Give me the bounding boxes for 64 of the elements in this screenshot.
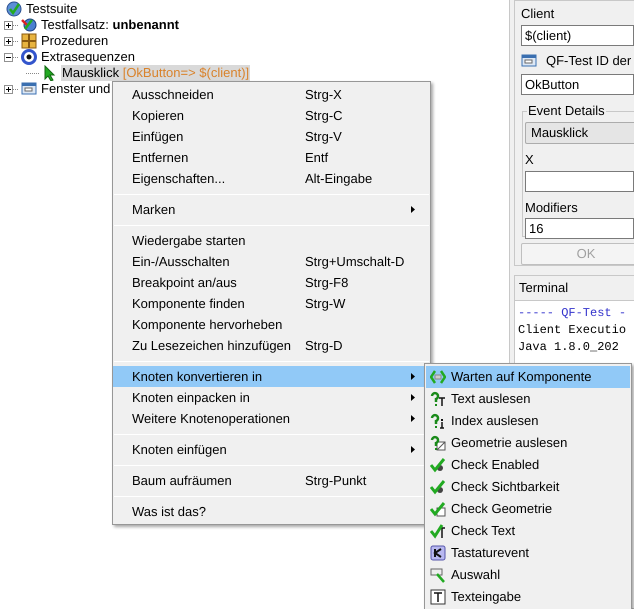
- terminal-line: Client Executio: [518, 322, 628, 339]
- checkmark-letter-icon: [430, 523, 446, 539]
- tree-item[interactable]: Prozeduren: [40, 33, 110, 49]
- checkmark-geometry-icon: [430, 501, 446, 517]
- menu-item[interactable]: Eigenschaften... Alt-Eingabe: [113, 168, 430, 189]
- menu-item[interactable]: Check Sichtbarkeit: [426, 476, 630, 498]
- menu-item[interactable]: Check Geometrie: [426, 498, 630, 520]
- cursor-arrow-icon: [42, 65, 58, 81]
- menu-item[interactable]: Breakpoint an/aus Strg-F8: [113, 272, 430, 293]
- field-label: Modifiers: [525, 200, 579, 216]
- modifiers-field[interactable]: 16: [525, 218, 634, 239]
- menu-item[interactable]: Marken: [113, 199, 430, 220]
- submenu-arrow-icon: [411, 373, 415, 380]
- key-cap-icon: [430, 545, 446, 561]
- menu-item[interactable]: Wiedergabe starten: [113, 230, 430, 251]
- checkmark-icon: [430, 479, 446, 495]
- menu-item[interactable]: Einfügen Strg-V: [113, 126, 430, 147]
- tree-item[interactable]: Mausklick [OkButton=> $(client)]: [61, 65, 250, 81]
- event-type-dropdown[interactable]: Mausklick: [525, 122, 634, 144]
- test-set-icon: [21, 17, 37, 33]
- question-geometry-icon: [430, 435, 446, 451]
- component-id-field[interactable]: OkButton: [521, 74, 634, 95]
- panel-title: Terminal: [518, 279, 570, 297]
- terminal-line: ----- QF-Test -: [518, 305, 628, 322]
- menu-item[interactable]: Kopieren Strg-C: [113, 105, 430, 126]
- field-label: X: [525, 152, 535, 168]
- question-index-icon: [430, 413, 446, 429]
- menu-item[interactable]: Entfernen Entf: [113, 147, 430, 168]
- cursor-button-icon: [430, 567, 446, 583]
- submenu-arrow-icon: [411, 394, 415, 401]
- checkmark-icon: [430, 457, 446, 473]
- menu-item[interactable]: Check Text: [426, 520, 630, 542]
- tree-item[interactable]: Fenster und: [40, 81, 112, 97]
- menu-item[interactable]: Komponente finden Strg-W: [113, 293, 430, 314]
- tree-item[interactable]: Extrasequenzen: [40, 49, 136, 65]
- window-icon: [521, 52, 537, 69]
- terminal-line: Java 1.8.0_202: [518, 339, 620, 356]
- field-label: QF-Test ID der: [546, 52, 632, 69]
- collapse-toggle[interactable]: [4, 52, 13, 62]
- expand-toggle[interactable]: [4, 36, 13, 46]
- field-label: Client: [521, 6, 556, 22]
- menu-item[interactable]: Zu Lesezeichen hinzufügen Strg-D: [113, 335, 430, 356]
- submenu-arrow-icon: [411, 206, 415, 213]
- menu-item[interactable]: Texteingabe: [426, 586, 630, 608]
- submenu-arrow-icon: [411, 446, 415, 453]
- menu-item[interactable]: Komponente hervorheben: [113, 314, 430, 335]
- question-letter-icon: [430, 391, 446, 407]
- client-field[interactable]: $(client): [521, 25, 634, 46]
- tree-item[interactable]: Testsuite: [25, 1, 78, 17]
- globe-check-icon: [6, 1, 22, 17]
- menu-item[interactable]: Tastaturevent: [426, 542, 630, 564]
- tree-item[interactable]: Testfallsatz: unbenannt: [40, 17, 180, 33]
- grid-block-icon: [21, 33, 37, 49]
- expand-toggle[interactable]: [4, 84, 13, 94]
- submenu-arrow-icon: [411, 415, 415, 422]
- text-field-icon: [430, 589, 446, 605]
- menu-item[interactable]: Warten auf Komponente: [426, 366, 630, 388]
- expand-toggle[interactable]: [4, 20, 13, 30]
- angle-brackets-icon: [430, 369, 446, 385]
- menu-item[interactable]: Ein-/Ausschalten Strg+Umschalt-D: [113, 251, 430, 272]
- menu-item[interactable]: Auswahl: [426, 564, 630, 586]
- menu-item[interactable]: Ausschneiden Strg-X: [113, 84, 430, 105]
- x-field[interactable]: [525, 170, 634, 192]
- window-icon: [21, 81, 37, 97]
